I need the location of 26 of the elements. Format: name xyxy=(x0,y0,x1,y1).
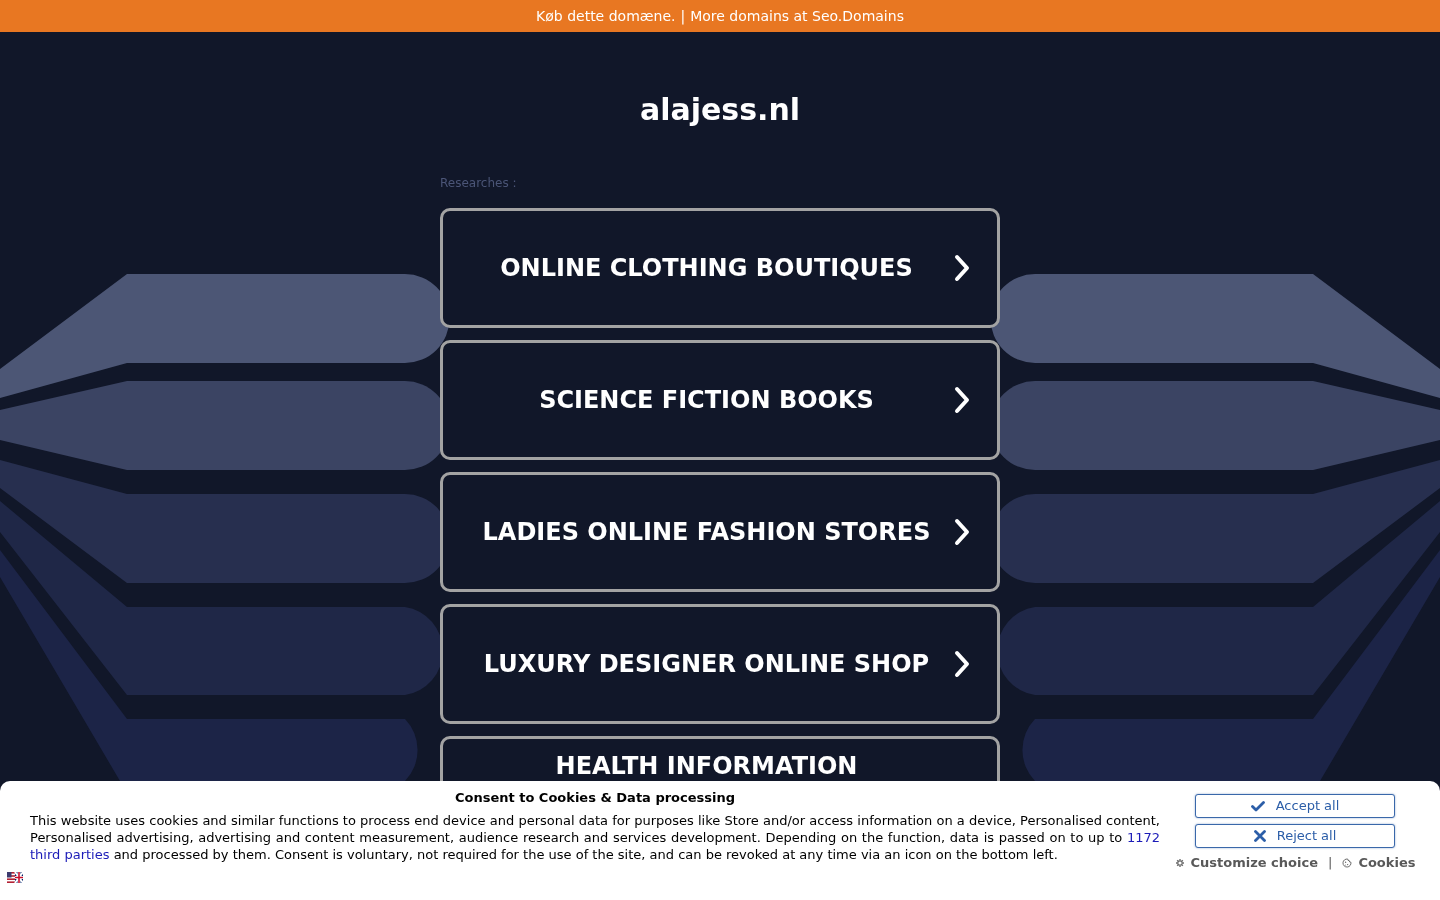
partners-link[interactable]: 1172 xyxy=(1126,830,1160,845)
customize-choice-link[interactable]: Customize choice xyxy=(1174,855,1318,871)
gear-icon xyxy=(1174,858,1185,868)
research-link-button[interactable]: ONLINE CLOTHING BOUTIQUES xyxy=(440,208,1000,328)
flag-icon[interactable] xyxy=(7,872,23,883)
chevron-right-icon xyxy=(954,386,970,414)
research-link-button[interactable]: HEALTH INFORMATION xyxy=(440,736,1000,781)
accept-all-button[interactable]: Accept all xyxy=(1195,794,1395,818)
separator-text: | xyxy=(680,6,686,27)
research-link-button[interactable]: LADIES ONLINE FASHION STORES xyxy=(440,472,1000,592)
reject-all-button[interactable]: Reject all xyxy=(1195,824,1395,848)
cookies-link[interactable]: Cookies xyxy=(1342,855,1416,871)
cookie-icon xyxy=(1342,858,1353,868)
separator-text: | xyxy=(1328,855,1333,871)
research-link-button[interactable]: SCIENCE FICTION BOOKS xyxy=(440,340,1000,460)
chevron-right-icon xyxy=(954,254,970,282)
close-icon xyxy=(1253,830,1266,842)
partners-link[interactable]: third parties xyxy=(30,847,110,862)
site-title: alajess.nl xyxy=(638,92,802,128)
chevron-right-icon xyxy=(954,650,970,678)
consent-title: Consent to Cookies & Data processing xyxy=(453,789,737,806)
research-link-button[interactable]: LUXURY DESIGNER ONLINE SHOP xyxy=(440,604,1000,724)
check-icon xyxy=(1250,800,1265,812)
chevron-right-icon xyxy=(954,518,970,546)
consent-text: This website uses cookies and similar functions to process end device and personal data for purposes like Store and/or access information on a device, Personalised content, Personalised advertising, advertising and content measurement, audience research and services development. Depending on the function, data is passed on to up to 1172 third parties and processed by them. Consent is voluntary, not required for the use of the site, and can be revoked at any time via an icon on the bottom left. xyxy=(30,812,1160,863)
section-label: Researches : xyxy=(440,175,518,191)
